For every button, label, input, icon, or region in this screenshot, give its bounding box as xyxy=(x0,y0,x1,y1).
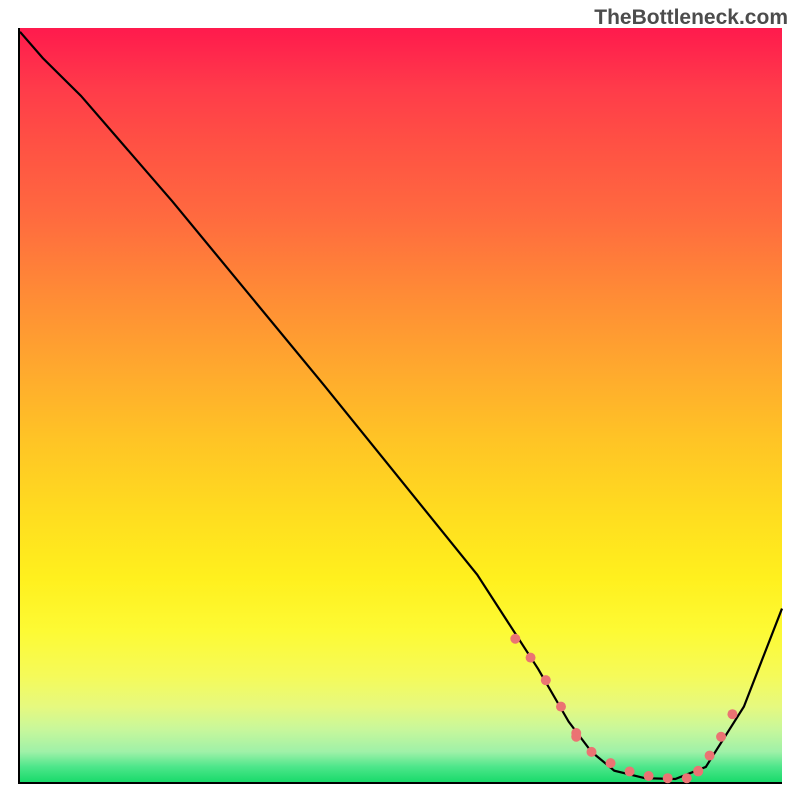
dotted-marker xyxy=(644,771,654,781)
dotted-marker xyxy=(693,766,703,776)
dotted-marker xyxy=(727,709,737,719)
dotted-marker xyxy=(606,758,616,768)
dotted-marker xyxy=(705,751,715,761)
dotted-overlay xyxy=(510,634,737,783)
dotted-marker xyxy=(625,766,635,776)
dotted-marker xyxy=(571,732,581,742)
dotted-marker xyxy=(541,675,551,685)
chart-curve-group xyxy=(20,32,782,783)
dotted-marker xyxy=(682,773,692,783)
dotted-marker xyxy=(587,747,597,757)
dotted-marker xyxy=(510,634,520,644)
chart-frame xyxy=(18,28,782,784)
dotted-marker xyxy=(526,653,536,663)
watermark-text: TheBottleneck.com xyxy=(594,6,788,30)
dotted-marker xyxy=(663,773,673,783)
dotted-marker xyxy=(716,732,726,742)
dotted-marker xyxy=(556,702,566,712)
chart-svg xyxy=(20,28,782,782)
main-curve xyxy=(20,32,782,779)
